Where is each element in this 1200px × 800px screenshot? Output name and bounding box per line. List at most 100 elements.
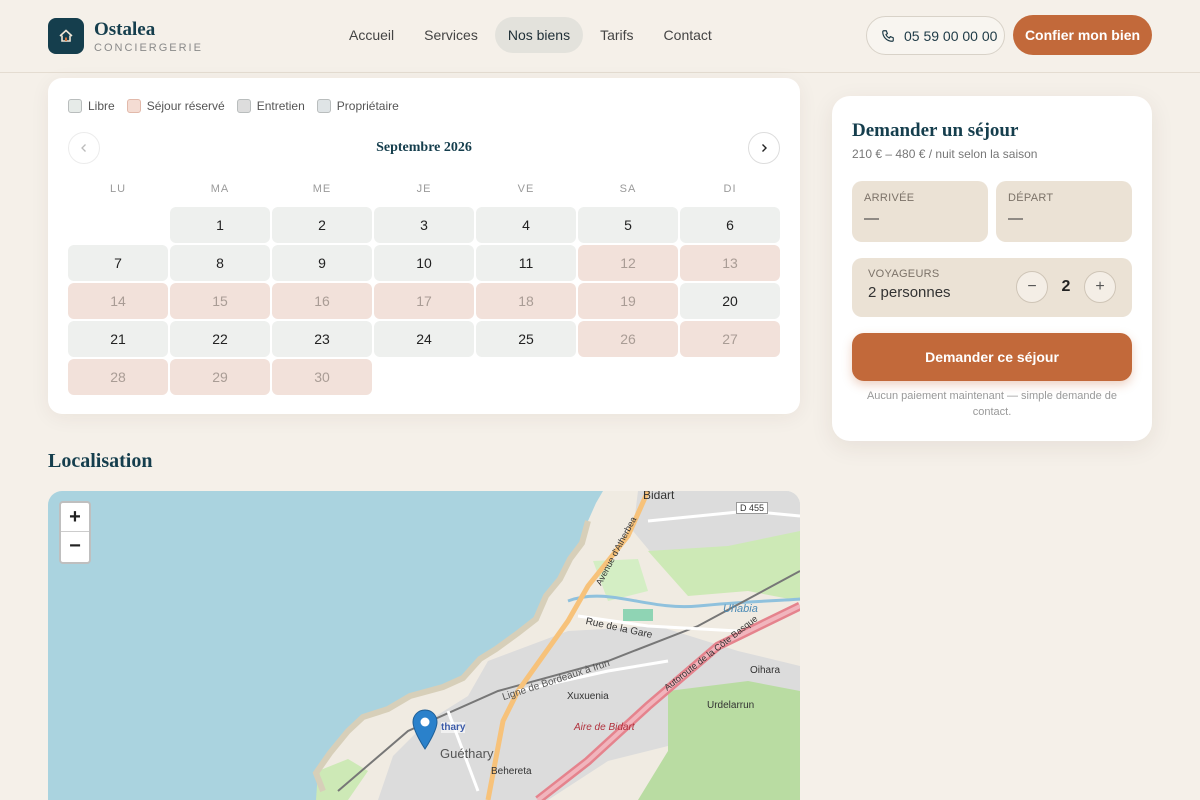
price-range: 210 € – 480 € / nuit selon la saison	[852, 147, 1038, 161]
nav-nos-biens[interactable]: Nos biens	[494, 17, 584, 53]
map-label-urdelarrun: Urdelarrun	[707, 700, 755, 711]
weekday-header: LU MA ME JE VE SA DI	[68, 183, 780, 195]
phone-number: 05 59 00 00 00	[904, 27, 998, 44]
calendar-day-free[interactable]: 21	[68, 321, 168, 357]
calendar-day-booked[interactable]: 28	[68, 359, 168, 395]
availability-calendar: Libre Séjour réservé Entretien Propriéta…	[48, 78, 800, 414]
legend-owner: Propriétaire	[316, 99, 399, 113]
weekday-label: ME	[312, 183, 332, 195]
calendar-empty-cell	[68, 207, 168, 243]
legend-swatch	[316, 99, 331, 113]
departure-date-field[interactable]: DÉPART —	[996, 181, 1132, 242]
arrival-value: —	[864, 210, 879, 227]
entrust-property-button[interactable]: Confier mon bien	[1013, 15, 1152, 55]
legend-booked: Séjour réservé	[126, 99, 225, 113]
calendar-day-booked[interactable]: 26	[578, 321, 678, 357]
booking-title: Demander un séjour	[852, 120, 1019, 141]
map-tiles	[312, 491, 800, 800]
phone-button[interactable]: 05 59 00 00 00	[866, 16, 1005, 55]
calendar-day-booked[interactable]: 17	[374, 283, 474, 319]
guests-stepper: − 2 +	[1016, 271, 1116, 303]
calendar-day-free[interactable]: 8	[170, 245, 270, 281]
guests-field: VOYAGEURS 2 personnes − 2 +	[852, 258, 1132, 317]
decrease-guests-button[interactable]: −	[1016, 271, 1048, 303]
calendar-day-booked[interactable]: 16	[272, 283, 372, 319]
calendar-day-booked[interactable]: 19	[578, 283, 678, 319]
calendar-day-free[interactable]: 10	[374, 245, 474, 281]
booking-card: Demander un séjour 210 € – 480 € / nuit …	[832, 96, 1152, 441]
weekday-label: LU	[109, 183, 127, 195]
calendar-day-booked[interactable]: 14	[68, 283, 168, 319]
calendar-day-free[interactable]: 7	[68, 245, 168, 281]
legend-swatch	[126, 99, 141, 113]
brand-logo[interactable]: Ostalea CONCIERGERIE	[48, 18, 203, 54]
brand-subtitle: CONCIERGERIE	[94, 41, 203, 54]
calendar-day-free[interactable]: 11	[476, 245, 576, 281]
brand-name: Ostalea	[94, 18, 156, 40]
calendar-day-booked[interactable]: 13	[680, 245, 780, 281]
calendar-day-free[interactable]: 4	[476, 207, 576, 243]
calendar-day-free[interactable]: 20	[680, 283, 780, 319]
request-stay-button[interactable]: Demander ce séjour	[852, 333, 1132, 381]
month-title: Septembre 2026	[376, 140, 472, 155]
map-label-xuxuenia: Xuxuenia	[567, 691, 609, 702]
calendar-day-free[interactable]: 22	[170, 321, 270, 357]
site-header: Ostalea CONCIERGERIE Accueil Services No…	[0, 0, 1200, 73]
calendar-day-free[interactable]: 24	[374, 321, 474, 357]
calendar-day-free[interactable]: 1	[170, 207, 270, 243]
weekday-label: VE	[517, 183, 535, 195]
weekday-label: SA	[619, 183, 637, 195]
calendar-day-free[interactable]: 2	[272, 207, 372, 243]
arrival-label: ARRIVÉE	[864, 192, 915, 204]
map-label-guethary-station: thary	[441, 722, 466, 733]
map-marker-icon[interactable]	[412, 709, 438, 751]
map-label-oihara: Oihara	[750, 665, 781, 676]
legend-maintenance: Entretien	[236, 99, 305, 113]
nav-contact[interactable]: Contact	[651, 17, 725, 53]
map-label-aire-bidart: Aire de Bidart	[574, 722, 635, 733]
weekday-label: JE	[416, 183, 432, 195]
map-label-bidart: Bidart	[643, 491, 675, 502]
calendar-day-free[interactable]: 6	[680, 207, 780, 243]
calendar-navigation: Septembre 2026	[68, 132, 780, 164]
nav-accueil[interactable]: Accueil	[336, 17, 407, 53]
increase-guests-button[interactable]: +	[1084, 271, 1116, 303]
legend-free: Libre	[68, 99, 115, 113]
calendar-day-free[interactable]: 3	[374, 207, 474, 243]
weekday-label: MA	[210, 183, 230, 195]
calendar-day-booked[interactable]: 27	[680, 321, 780, 357]
booking-note: Aucun paiement maintenant — simple deman…	[866, 390, 1118, 418]
calendar-day-booked[interactable]: 15	[170, 283, 270, 319]
legend-swatch	[68, 99, 82, 113]
calendar-day-booked[interactable]: 29	[170, 359, 270, 395]
next-month-button[interactable]	[748, 132, 780, 164]
nav-services[interactable]: Services	[411, 17, 491, 53]
legend-swatch	[236, 99, 251, 113]
calendar-day-free[interactable]: 9	[272, 245, 372, 281]
chevron-right-icon	[762, 144, 767, 152]
phone-icon	[882, 29, 894, 42]
location-title: Localisation	[48, 450, 153, 472]
calendar-days-grid: 1 2 3 4 5 6 7 8 9 10 11 12 13 14 15 16 17 18 19 20 21 22 23 24 2…	[68, 207, 780, 395]
main-nav: Accueil Services Nos biens Tarifs Contac…	[336, 17, 725, 53]
map-label-guethary: Guéthary	[440, 746, 494, 761]
calendar-legend: Libre Séjour réservé Entretien Propriéta…	[68, 99, 411, 113]
calendar-day-booked[interactable]: 12	[578, 245, 678, 281]
zoom-out-button[interactable]: −	[61, 532, 89, 561]
map-label-behereta: Behereta	[491, 766, 532, 777]
arrival-date-field[interactable]: ARRIVÉE —	[852, 181, 988, 242]
map-zoom-control: + −	[59, 501, 91, 564]
zoom-in-button[interactable]: +	[61, 503, 89, 532]
departure-value: —	[1008, 210, 1023, 227]
weekday-label: DI	[723, 183, 737, 195]
house-icon	[48, 18, 84, 54]
map-label-road-d455: D 455	[736, 502, 769, 514]
calendar-day-free[interactable]: 23	[272, 321, 372, 357]
calendar-day-free[interactable]: 5	[578, 207, 678, 243]
calendar-day-booked[interactable]: 18	[476, 283, 576, 319]
calendar-day-free[interactable]: 25	[476, 321, 576, 357]
calendar-day-booked[interactable]: 30	[272, 359, 372, 395]
nav-tarifs[interactable]: Tarifs	[587, 17, 646, 53]
departure-label: DÉPART	[1008, 192, 1054, 204]
location-map[interactable]: Bidart D 455 Avenue d'Atherbea Uhabia Ru…	[48, 491, 800, 800]
